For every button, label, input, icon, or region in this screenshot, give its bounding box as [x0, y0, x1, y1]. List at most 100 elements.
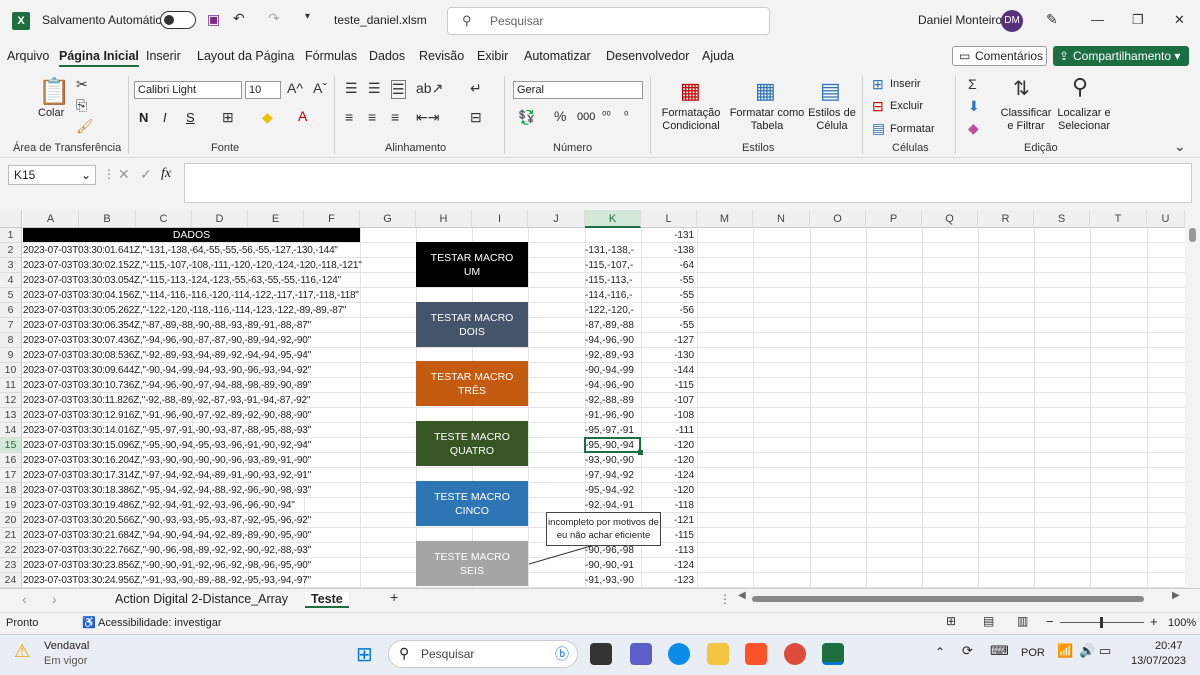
cell-a[interactable]: 2023-07-03T03:30:06.354Z,"-87,-89,-88,-9…: [23, 318, 423, 333]
pen-icon[interactable]: ✎: [1046, 11, 1058, 28]
macro-button-dois[interactable]: TESTAR MACRO DOIS: [416, 302, 528, 347]
vertical-scrollbar[interactable]: [1185, 210, 1200, 588]
edge-icon[interactable]: [668, 643, 690, 665]
column-header[interactable]: C: [136, 210, 192, 228]
align-top-icon[interactable]: ☰: [345, 80, 358, 97]
cell-a[interactable]: 2023-07-03T03:30:01.641Z,"-131,-138,-64,…: [23, 243, 423, 258]
zoom-in-icon[interactable]: +: [1150, 614, 1158, 629]
row-header[interactable]: 8: [0, 333, 22, 348]
comments-button[interactable]: ▭ Comentários: [952, 46, 1047, 66]
cell-a[interactable]: 2023-07-03T03:30:20.566Z,"-90,-93,-93,-9…: [23, 513, 423, 528]
macro-button-quatro[interactable]: TESTE MACRO QUATRO: [416, 421, 528, 466]
tab-desenvolvedor[interactable]: Desenvolvedor: [606, 49, 689, 63]
cell-a[interactable]: 2023-07-03T03:30:21.684Z,"-94,-90,-94,-9…: [23, 528, 423, 543]
column-header[interactable]: K: [585, 210, 641, 228]
chevron-up-icon[interactable]: ⌃: [935, 645, 945, 659]
cell-k[interactable]: -93,-90,-90: [585, 453, 640, 468]
cell-l[interactable]: -55: [641, 288, 696, 303]
collapse-ribbon-icon[interactable]: ⌄: [1174, 138, 1186, 155]
weather-warning-icon[interactable]: ⚠: [14, 641, 30, 662]
cell-k[interactable]: -115,-107,-: [585, 258, 640, 273]
keyboard-icon[interactable]: ⌨: [990, 643, 1009, 659]
column-header[interactable]: D: [192, 210, 248, 228]
cut-icon[interactable]: ✂: [76, 76, 88, 93]
normal-view-icon[interactable]: ⊞: [946, 614, 956, 628]
file-name[interactable]: teste_daniel.xlsm: [334, 13, 427, 27]
tab-revisao[interactable]: Revisão: [419, 49, 464, 63]
tab-layout[interactable]: Layout da Página: [197, 49, 294, 63]
thousands-icon[interactable]: 000: [577, 111, 595, 123]
scroll-thumb[interactable]: [1189, 228, 1196, 242]
fill-color-icon[interactable]: ◆: [262, 109, 273, 126]
cell-l[interactable]: -56: [641, 303, 696, 318]
row-header[interactable]: 1: [0, 228, 22, 243]
cell-l[interactable]: -127: [641, 333, 696, 348]
cell-k[interactable]: -94,-96,-90: [585, 378, 640, 393]
cell-l[interactable]: -138: [641, 243, 696, 258]
cell-k[interactable]: -91,-93,-90: [585, 573, 640, 588]
cell-l[interactable]: -107: [641, 393, 696, 408]
column-header[interactable]: B: [79, 210, 136, 228]
accessibility-status[interactable]: Acessibilidade: investigar: [98, 617, 222, 629]
borders-icon[interactable]: ⊞: [222, 109, 234, 126]
sheet-tab-teste[interactable]: Teste: [305, 592, 349, 608]
bold-button[interactable]: N: [139, 110, 148, 125]
cell-a[interactable]: 2023-07-03T03:30:05.262Z,"-122,-120,-118…: [23, 303, 423, 318]
macro-button-tres[interactable]: TESTAR MACRO TRÊS: [416, 361, 528, 406]
cell-l[interactable]: -130: [641, 348, 696, 363]
column-header[interactable]: G: [360, 210, 416, 228]
cell-l[interactable]: -118: [641, 498, 696, 513]
undo-icon[interactable]: ↶: [233, 10, 245, 27]
format-cells-icon[interactable]: ▤: [872, 120, 885, 137]
name-box[interactable]: K15 ⌄: [8, 165, 96, 185]
column-header[interactable]: N: [753, 210, 810, 228]
cell-a[interactable]: 2023-07-03T03:30:23.856Z,"-90,-90,-91,-9…: [23, 558, 423, 573]
sort-filter-icon[interactable]: ⇅: [1013, 76, 1030, 101]
fill-handle[interactable]: [638, 450, 643, 455]
cell-k[interactable]: -94,-96,-90: [585, 333, 640, 348]
restore-icon[interactable]: ❐: [1132, 12, 1144, 28]
cell-l[interactable]: -123: [641, 573, 696, 588]
row-header[interactable]: 23: [0, 558, 22, 573]
find-select-button[interactable]: Localizar e Selecionar: [1054, 107, 1114, 133]
cell-a[interactable]: 2023-07-03T03:30:09.644Z,"-90,-94,-99,-9…: [23, 363, 423, 378]
copy-icon[interactable]: ⎘: [76, 97, 87, 114]
row-header[interactable]: 4: [0, 273, 22, 288]
cell-l[interactable]: -131: [641, 228, 696, 243]
font-color-icon[interactable]: A: [298, 108, 307, 124]
number-format-select[interactable]: Geral: [513, 81, 643, 99]
cell-l[interactable]: -124: [641, 558, 696, 573]
column-header[interactable]: S: [1034, 210, 1090, 228]
enter-icon[interactable]: ✓: [140, 166, 152, 183]
row-header[interactable]: 3: [0, 258, 22, 273]
format-table-button[interactable]: Formatar como Tabela: [729, 107, 805, 133]
weather-title[interactable]: Vendaval: [44, 640, 89, 652]
row-header[interactable]: 16: [0, 453, 22, 468]
column-header[interactable]: L: [641, 210, 697, 228]
conditional-format-button[interactable]: Formatação Condicional: [658, 107, 724, 133]
merge-icon[interactable]: ⊟: [470, 109, 482, 126]
cell-l[interactable]: -144: [641, 363, 696, 378]
cell-l[interactable]: -115: [641, 378, 696, 393]
taskbar-search[interactable]: ⚲ Pesquisar ⓑ: [388, 640, 578, 668]
cell-a[interactable]: 2023-07-03T03:30:08.536Z,"-92,-89,-93,-9…: [23, 348, 423, 363]
next-sheet-icon[interactable]: ›: [52, 591, 57, 607]
row-header[interactable]: 11: [0, 378, 22, 393]
clock-time[interactable]: 20:47: [1155, 640, 1183, 652]
share-button[interactable]: ⇪ Compartilhamento ▾: [1053, 46, 1189, 66]
zoom-slider-thumb[interactable]: [1100, 617, 1103, 628]
column-header[interactable]: R: [978, 210, 1034, 228]
windows-start-icon[interactable]: ⊞: [356, 642, 373, 667]
close-icon[interactable]: ✕: [1174, 12, 1185, 28]
note-textbox[interactable]: incompleto por motivos de eu não achar e…: [546, 512, 661, 546]
column-header[interactable]: H: [416, 210, 472, 228]
autosum-icon[interactable]: Σ: [968, 76, 977, 92]
align-center-icon[interactable]: ≡: [368, 109, 376, 125]
row-header[interactable]: 6: [0, 303, 22, 318]
battery-icon[interactable]: ▭: [1099, 643, 1111, 659]
sync-icon[interactable]: ⟳: [962, 643, 973, 659]
cancel-icon[interactable]: ✕: [118, 166, 130, 183]
insert-cells-icon[interactable]: ⊞: [872, 76, 884, 93]
row-header[interactable]: 12: [0, 393, 22, 408]
tab-automatizar[interactable]: Automatizar: [524, 49, 591, 63]
